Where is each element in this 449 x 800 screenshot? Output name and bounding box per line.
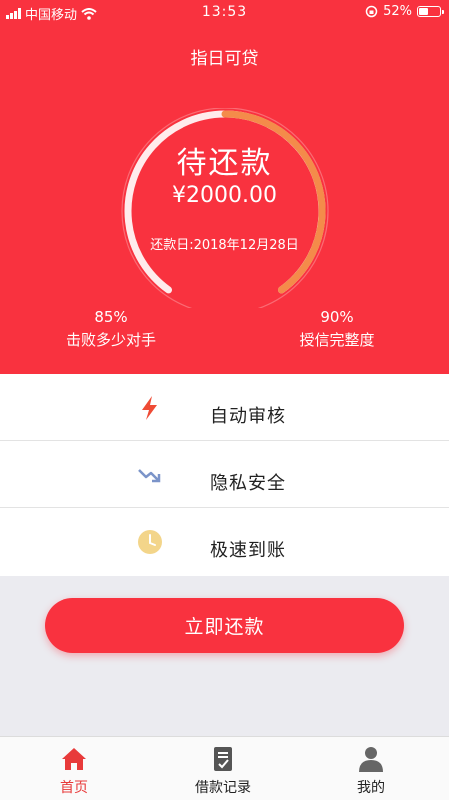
page-title: 指日可贷 (190, 49, 259, 69)
due-date: 还款日:2018年12月28日 (150, 238, 299, 253)
home-icon (62, 748, 86, 770)
stat-opponents-value: 85% (94, 308, 128, 326)
stat-credit-value: 90% (320, 308, 354, 326)
trend-down-icon (138, 469, 161, 483)
feature-label: 隐私安全 (210, 473, 286, 494)
battery-percent: 52% (383, 4, 412, 19)
feature-label: 极速到账 (210, 540, 286, 561)
hero-panel: 中国移动 13:53 52% 指日可贷 待还款 ¥2000.00 还款日:201… (0, 0, 449, 374)
tab-home[interactable]: 首页 (24, 745, 124, 797)
loan-status: 待还款 (176, 146, 273, 181)
stat-credit-label: 授信完整度 (299, 331, 375, 349)
feature-label: 自动审核 (210, 406, 286, 427)
status-bar: 中国移动 13:53 52% (0, 0, 449, 26)
loan-amount: ¥2000.00 (172, 183, 277, 208)
feature-auto-review: 自动审核 (0, 374, 449, 441)
tab-label: 首页 (60, 780, 88, 796)
user-icon (359, 747, 383, 772)
tab-label: 我的 (357, 780, 385, 796)
tab-loan-records[interactable]: 借款记录 (173, 745, 273, 797)
stat-opponents-label: 击败多少对手 (65, 331, 156, 349)
feature-fast-payout: 极速到账 (0, 508, 449, 576)
stat-opponents: 85% 击败多少对手 (36, 306, 186, 352)
lightning-icon (142, 396, 157, 420)
tab-label: 借款记录 (195, 780, 251, 796)
stat-credit: 90% 授信完整度 (262, 306, 412, 352)
tab-bar: 首页 借款记录 我的 (0, 736, 449, 800)
tab-mine[interactable]: 我的 (321, 745, 421, 797)
clock-icon (138, 530, 162, 554)
feature-list: 自动审核 隐私安全 极速到账 (0, 374, 449, 576)
document-icon (214, 747, 232, 771)
rotation-lock-icon (365, 5, 378, 18)
feature-privacy: 隐私安全 (0, 441, 449, 508)
status-right: 52% (365, 4, 444, 19)
repay-now-button[interactable]: 立即还款 (45, 598, 404, 653)
battery-icon (417, 6, 444, 17)
